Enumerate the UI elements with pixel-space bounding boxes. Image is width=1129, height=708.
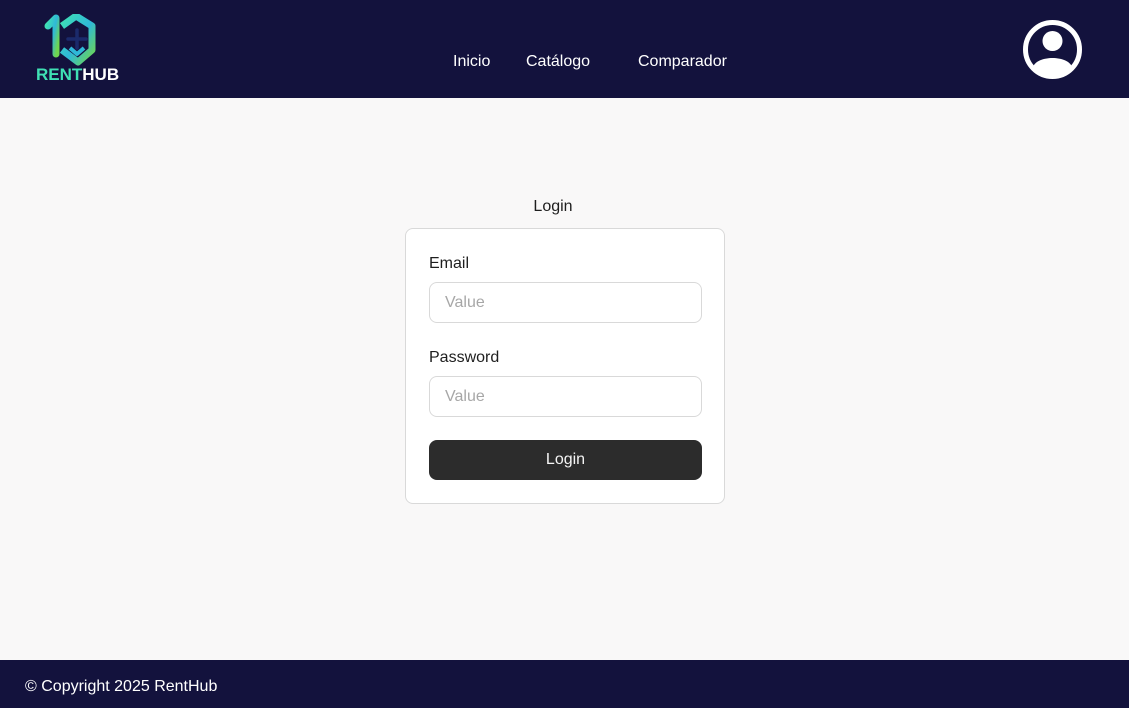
- copyright-text: © Copyright 2025 RentHub: [25, 678, 218, 695]
- brand-name-part1: RENT: [36, 65, 83, 84]
- brand-name: RENTHUB: [36, 66, 119, 84]
- nav-link-comparador[interactable]: Comparador: [638, 52, 727, 72]
- email-field[interactable]: [429, 282, 702, 323]
- renthub-logo[interactable]: RENTHUB: [34, 14, 126, 86]
- profile-button[interactable]: [1021, 20, 1084, 79]
- nav-link-inicio[interactable]: Inicio: [453, 52, 490, 72]
- password-label: Password: [429, 349, 500, 366]
- logo-icon: [44, 14, 96, 66]
- nav-link-catalogo[interactable]: Catálogo: [526, 52, 590, 72]
- email-label: Email: [429, 255, 470, 272]
- login-button[interactable]: Login: [429, 440, 702, 480]
- site-footer: © Copyright 2025 RentHub: [0, 660, 1129, 708]
- password-field[interactable]: [429, 376, 702, 417]
- login-title: Login: [533, 198, 573, 215]
- brand-name-part2: HUB: [82, 65, 120, 84]
- login-form-card: Email Password Login: [405, 228, 725, 504]
- site-header: RENTHUB Inicio Catálogo Comparador: [0, 0, 1129, 98]
- user-circle-icon: [1023, 20, 1082, 79]
